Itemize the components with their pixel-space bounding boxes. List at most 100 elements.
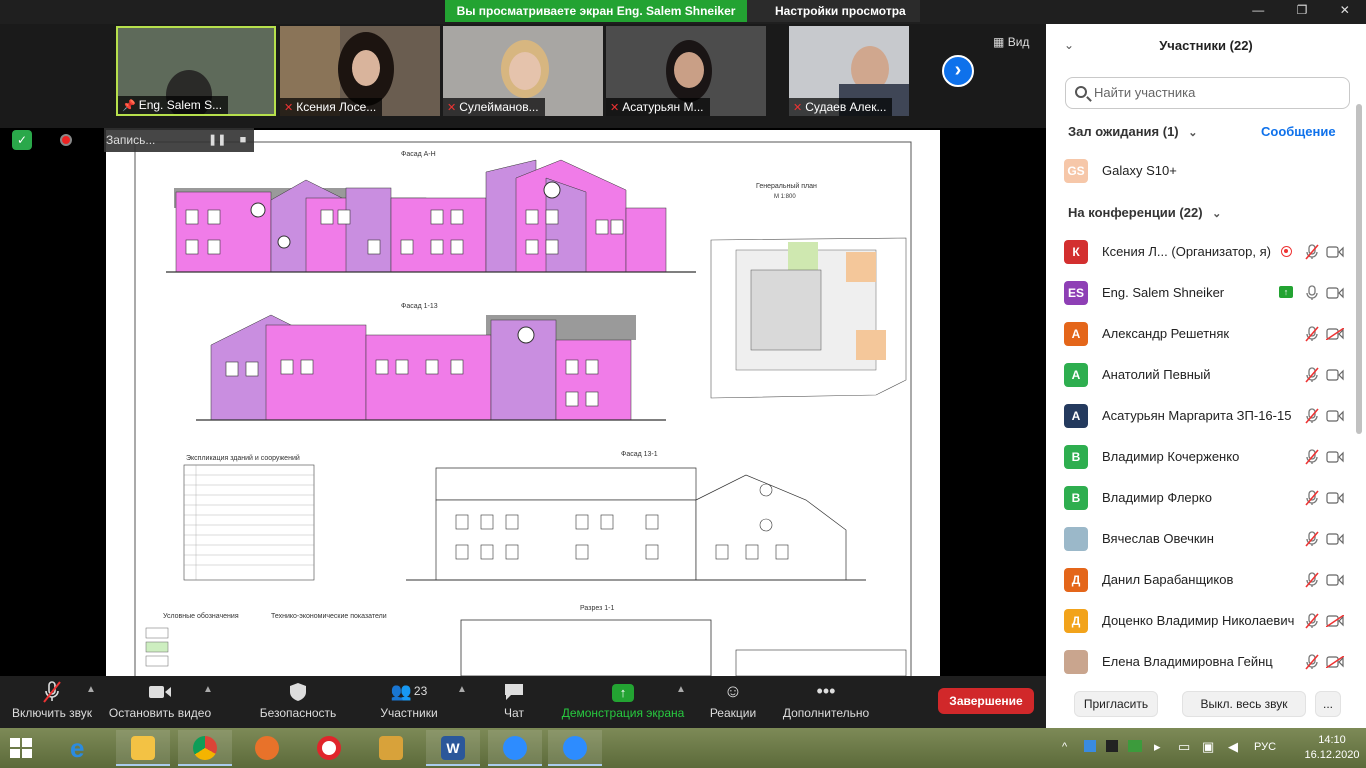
panel-more-button[interactable]: ... bbox=[1315, 691, 1341, 717]
caret-up-icon[interactable]: ▲ bbox=[676, 684, 686, 695]
clock[interactable]: 14:10 16.12.2020 bbox=[1302, 733, 1362, 763]
network-icon[interactable]: ▭ bbox=[1178, 739, 1190, 755]
video-camera-icon[interactable] bbox=[1326, 451, 1344, 463]
unmute-button[interactable]: Включить звук bbox=[8, 676, 96, 728]
message-button[interactable]: Сообщение bbox=[1261, 124, 1336, 139]
video-camera-icon[interactable] bbox=[1326, 287, 1344, 299]
participant-row[interactable]: В Владимир Флерко bbox=[1064, 484, 1354, 512]
taskbar-zoom[interactable] bbox=[488, 730, 542, 766]
taskbar-zoom-meeting[interactable] bbox=[548, 730, 602, 766]
caret-up-icon[interactable]: ▲ bbox=[86, 684, 96, 695]
chevron-up-icon[interactable]: ^ bbox=[1062, 741, 1067, 753]
participant-row[interactable]: Д Данил Барабанщиков bbox=[1064, 566, 1354, 594]
participant-row[interactable]: GS Galaxy S10+ bbox=[1064, 157, 1354, 185]
maximize-icon[interactable]: ❐ bbox=[1297, 0, 1308, 22]
chat-button[interactable]: Чат bbox=[496, 676, 532, 728]
video-tile[interactable]: ✕ Судаев Алек... bbox=[789, 26, 909, 116]
participant-row[interactable]: В Владимир Кочерженко bbox=[1064, 443, 1354, 471]
video-off-icon[interactable] bbox=[1326, 328, 1344, 340]
video-strip: 📌 Eng. Salem S... ✕ Ксения Лосе... ✕ Сулейм… bbox=[0, 24, 1046, 128]
participant-row[interactable]: Елена Владимировна Гейнц bbox=[1064, 648, 1354, 676]
stop-video-button[interactable]: Остановить видео bbox=[108, 676, 212, 728]
grid-icon: ▦ bbox=[993, 35, 1005, 49]
pause-icon[interactable]: ❚❚ bbox=[208, 128, 226, 152]
avatar: В bbox=[1064, 486, 1088, 510]
reactions-button[interactable]: ☺ Реакции bbox=[708, 676, 758, 728]
participant-row[interactable]: ES Eng. Salem Shneiker ↑ bbox=[1064, 279, 1354, 307]
participant-row[interactable]: Д Доценко Владимир Николаевич bbox=[1064, 607, 1354, 635]
taskbar-chrome[interactable] bbox=[178, 730, 232, 766]
tray-app-icon[interactable] bbox=[1106, 740, 1118, 752]
mic-muted-icon[interactable] bbox=[1304, 449, 1320, 465]
share-screen-button[interactable]: ↑ Демонстрация экрана bbox=[560, 676, 686, 728]
more-button[interactable]: ••• Дополнительно bbox=[780, 676, 872, 728]
mic-muted-icon[interactable] bbox=[1304, 326, 1320, 342]
mic-muted-icon[interactable] bbox=[1304, 531, 1320, 547]
minimize-icon[interactable]: — bbox=[1252, 0, 1264, 22]
video-tile[interactable]: ✕ Асатурьян М... bbox=[606, 26, 766, 116]
video-camera-icon[interactable] bbox=[1326, 492, 1344, 504]
video-tile[interactable]: ✕ Ксения Лосе... bbox=[280, 26, 440, 116]
participant-row[interactable]: К Ксения Л... (Организатор, я) bbox=[1064, 238, 1354, 266]
in-meeting-header[interactable]: На конференции (22) ⌄ bbox=[1068, 205, 1221, 220]
security-button[interactable]: Безопасность bbox=[256, 676, 340, 728]
video-off-icon[interactable] bbox=[1326, 615, 1344, 627]
search-input[interactable]: Найти участника bbox=[1065, 77, 1350, 109]
next-page-arrow-icon[interactable]: › bbox=[942, 55, 974, 87]
participants-button[interactable]: 👥 23 Участники bbox=[372, 676, 446, 728]
mic-muted-icon[interactable] bbox=[1304, 244, 1320, 260]
tray-app-icon[interactable]: ▸ bbox=[1154, 739, 1161, 755]
word-icon: W bbox=[441, 736, 465, 760]
mic-muted-icon[interactable] bbox=[1304, 408, 1320, 424]
video-off-icon[interactable] bbox=[1326, 656, 1344, 668]
mic-muted-icon[interactable] bbox=[1304, 490, 1320, 506]
video-tile[interactable]: 📌 Eng. Salem S... bbox=[116, 26, 276, 116]
close-icon[interactable]: ✕ bbox=[1340, 0, 1350, 22]
volume-icon[interactable]: ◀ bbox=[1228, 739, 1238, 755]
waiting-room-header[interactable]: Зал ожидания (1) ⌄ bbox=[1068, 124, 1197, 139]
video-tile[interactable]: ✕ Сулейманов... bbox=[443, 26, 603, 116]
tray-app-icon[interactable]: ▣ bbox=[1202, 739, 1214, 755]
taskbar-explorer[interactable] bbox=[116, 730, 170, 766]
taskbar-word[interactable]: W bbox=[426, 730, 480, 766]
mic-muted-icon[interactable] bbox=[1304, 654, 1320, 670]
viewing-share-label: Вы просматриваете экран Eng. Salem Shnei… bbox=[445, 0, 747, 22]
architectural-drawing: Фасад А-Н Фасад 1-13 Генеральный план М … bbox=[106, 130, 940, 676]
invite-button[interactable]: Пригласить bbox=[1074, 691, 1158, 717]
explication-title: Экспликация зданий и сооружений bbox=[186, 454, 300, 462]
participant-row[interactable]: А Асатурьян Маргарита ЗП-16-15 bbox=[1064, 402, 1354, 430]
taskbar-ie[interactable]: e bbox=[55, 730, 109, 766]
facade-1-13-title: Фасад 1-13 bbox=[401, 303, 438, 310]
nvidia-icon[interactable] bbox=[1128, 740, 1142, 752]
section-title: Разрез 1-1 bbox=[580, 605, 614, 612]
video-camera-icon[interactable] bbox=[1326, 369, 1344, 381]
view-button[interactable]: ▦ Вид bbox=[993, 35, 1029, 49]
video-camera-icon[interactable] bbox=[1326, 410, 1344, 422]
taskbar-app[interactable] bbox=[364, 730, 418, 766]
mute-all-button[interactable]: Выкл. весь звук bbox=[1182, 691, 1306, 717]
view-options-button[interactable]: Настройки просмотра ▼ bbox=[747, 0, 920, 39]
mic-muted-icon[interactable] bbox=[1304, 367, 1320, 383]
mic-muted-icon[interactable] bbox=[1304, 613, 1320, 629]
language-indicator[interactable]: РУС bbox=[1254, 741, 1276, 753]
tray-app-icon[interactable] bbox=[1084, 740, 1096, 752]
video-camera-icon[interactable] bbox=[1326, 533, 1344, 545]
caret-up-icon[interactable]: ▲ bbox=[203, 684, 213, 695]
caret-up-icon[interactable]: ▲ bbox=[457, 684, 467, 695]
shield-icon[interactable]: ✓ bbox=[12, 130, 32, 150]
video-camera-icon[interactable] bbox=[1326, 574, 1344, 586]
taskbar-firefox[interactable] bbox=[240, 730, 294, 766]
participant-row[interactable]: Вячеслав Овечкин bbox=[1064, 525, 1354, 553]
participant-row[interactable]: А Александр Решетняк bbox=[1064, 320, 1354, 348]
scrollbar[interactable] bbox=[1356, 104, 1362, 434]
mic-muted-icon[interactable] bbox=[1304, 572, 1320, 588]
participant-row[interactable]: А Анатолий Певный bbox=[1064, 361, 1354, 389]
taskbar-opera[interactable] bbox=[302, 730, 356, 766]
stop-icon[interactable]: ■ bbox=[234, 128, 252, 152]
mic-icon[interactable] bbox=[1304, 285, 1320, 301]
windows-start-icon[interactable] bbox=[10, 738, 32, 758]
avatar bbox=[1064, 650, 1088, 674]
end-meeting-button[interactable]: Завершение bbox=[938, 688, 1034, 714]
video-camera-icon[interactable] bbox=[1326, 246, 1344, 258]
facade-13-1-title: Фасад 13-1 bbox=[621, 451, 658, 458]
